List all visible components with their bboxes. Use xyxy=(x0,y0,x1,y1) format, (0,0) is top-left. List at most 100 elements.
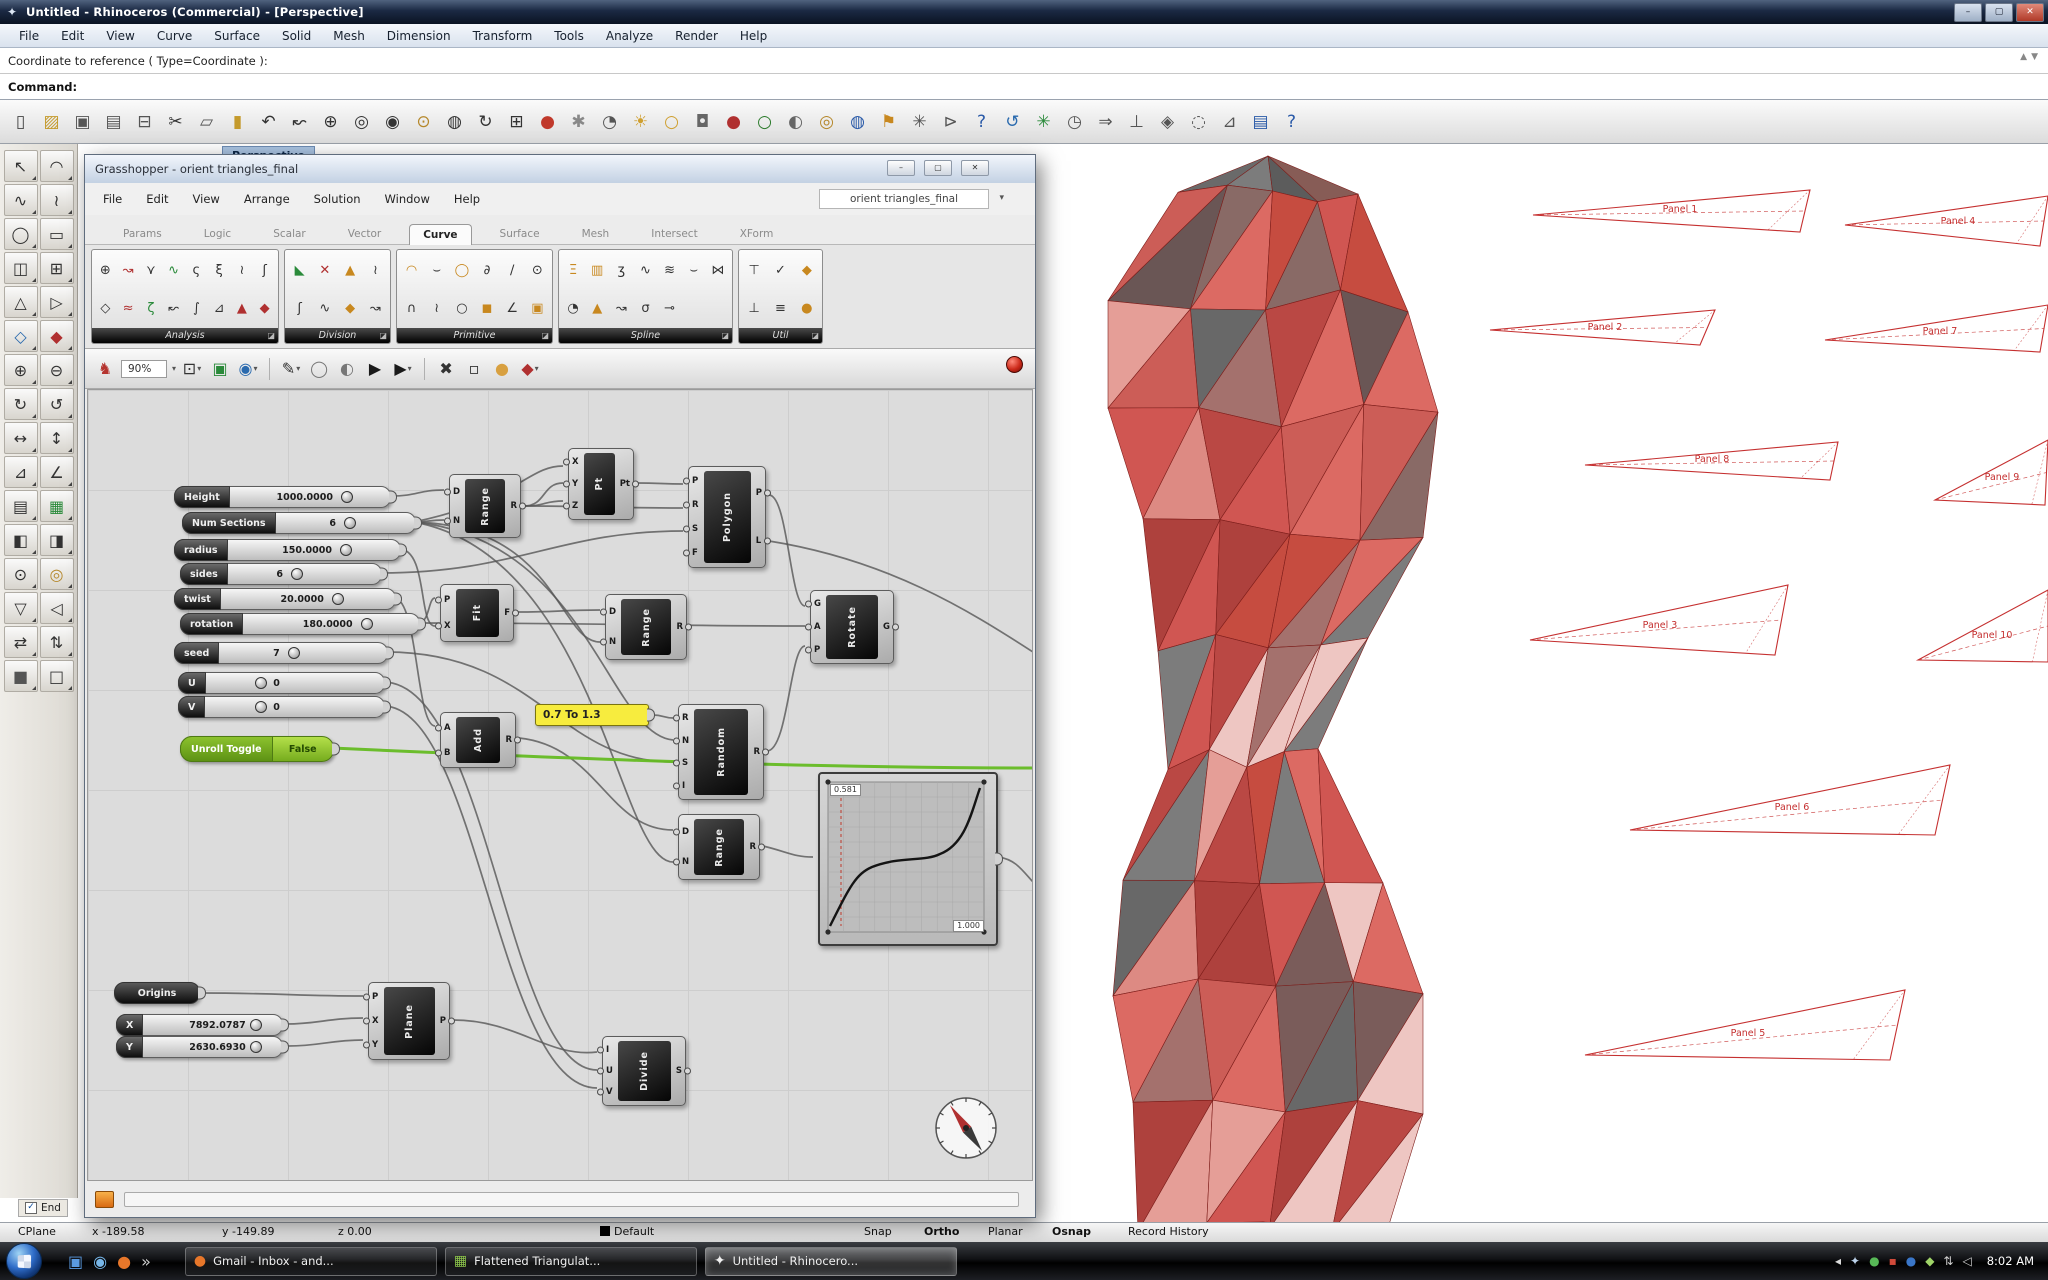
palette-group-label[interactable]: Primitive xyxy=(397,328,552,343)
maximize-button[interactable]: ▢ xyxy=(1985,3,2013,22)
component-icon[interactable]: ◣ xyxy=(290,260,310,280)
plane-component[interactable]: PXYPlaneP xyxy=(368,982,450,1060)
component-icon[interactable]: ≡ xyxy=(770,298,790,318)
toolbox-tool-icon[interactable]: ◠ xyxy=(40,150,74,182)
input-port[interactable]: X xyxy=(572,457,579,467)
toolbar-icon[interactable]: ⊟ xyxy=(130,107,159,136)
gh-category-tab[interactable]: Surface xyxy=(486,223,554,244)
component-icon[interactable]: Ξ xyxy=(563,260,583,280)
tray-icon[interactable]: ◆ xyxy=(1925,1254,1934,1268)
task-button[interactable]: ● Gmail - Inbox - and... xyxy=(185,1247,437,1276)
flattened-panel[interactable]: Panel 10 xyxy=(1918,590,2048,662)
tray-icon[interactable]: ● xyxy=(1869,1254,1879,1268)
component-icon[interactable]: ≀ xyxy=(232,260,252,280)
toolbox-tool-icon[interactable]: ⊙ xyxy=(4,558,38,590)
preview-red-icon[interactable]: ◆▾ xyxy=(518,357,542,381)
toolbar-icon[interactable]: ✳ xyxy=(905,107,934,136)
component-icon[interactable]: ξ xyxy=(209,260,229,280)
toolbox-tool-icon[interactable]: ◁ xyxy=(40,592,74,624)
number-slider[interactable]: V0 xyxy=(178,696,385,718)
number-slider[interactable]: seed7 xyxy=(174,642,388,664)
input-port[interactable]: Y xyxy=(372,1040,379,1050)
component-icon[interactable]: ∕ xyxy=(502,260,522,280)
bake-icon[interactable]: ✖ xyxy=(434,357,458,381)
tray-icon[interactable]: ● xyxy=(1906,1254,1916,1268)
flattened-panel[interactable]: Panel 4 xyxy=(1845,196,2048,246)
toolbar-icon[interactable]: ○ xyxy=(657,107,686,136)
checkbox-checked-icon[interactable]: ✓ xyxy=(25,1202,37,1214)
output-port[interactable]: R xyxy=(749,842,756,852)
task-button[interactable]: ▦ Flattened Triangulat... xyxy=(445,1247,697,1276)
toolbox-tool-icon[interactable]: ◇ xyxy=(4,320,38,352)
menu-item[interactable]: Dimension xyxy=(376,26,462,46)
gh-menu-item[interactable]: Window xyxy=(373,188,442,210)
toolbox-tool-icon[interactable]: ▤ xyxy=(4,490,38,522)
component-icon[interactable]: ʒ xyxy=(611,260,631,280)
component-icon[interactable]: ◠ xyxy=(402,260,422,280)
number-slider[interactable]: Y2630.6930 xyxy=(116,1036,283,1058)
shaded-sphere-icon[interactable]: ◐ xyxy=(335,357,359,381)
number-slider[interactable]: Height1000.0000 xyxy=(174,486,391,508)
component-icon[interactable]: ↝ xyxy=(611,298,631,318)
toolbar-icon[interactable]: ? xyxy=(1277,107,1306,136)
quick-launch-icon[interactable]: ◉ xyxy=(93,1252,107,1271)
close-button[interactable]: ✕ xyxy=(961,160,989,176)
toolbar-icon[interactable]: ▤ xyxy=(1246,107,1275,136)
input-port[interactable]: S xyxy=(692,524,699,534)
input-port[interactable]: N xyxy=(682,857,689,867)
slider-knob[interactable] xyxy=(332,593,344,605)
number-slider[interactable]: rotation180.0000 xyxy=(180,613,420,635)
toolbox-tool-icon[interactable]: ↕ xyxy=(40,422,74,454)
quick-launch-icon[interactable]: ▣ xyxy=(68,1252,83,1271)
toolbar-icon[interactable]: ◘ xyxy=(688,107,717,136)
component-icon[interactable]: σ xyxy=(635,298,655,318)
input-port[interactable]: D xyxy=(609,607,616,617)
gh-menu-item[interactable]: Arrange xyxy=(232,188,302,210)
input-port[interactable]: S xyxy=(682,758,689,768)
palette-group-label[interactable]: Util xyxy=(739,328,822,343)
record-history-toggle[interactable]: Record History xyxy=(1128,1225,1209,1238)
component-icon[interactable]: ς xyxy=(186,260,206,280)
flattened-panel[interactable]: Panel 7 xyxy=(1825,305,2048,352)
ortho-toggle[interactable]: Ortho xyxy=(924,1225,959,1238)
component-icon[interactable]: ≈ xyxy=(118,298,138,318)
toolbox-tool-icon[interactable]: ⊖ xyxy=(40,354,74,386)
render-scene[interactable]: Panel 1 Panel 4 Panel 2 Panel 7 Panel 8 … xyxy=(1040,144,2048,1222)
graph-mapper[interactable]: 0.581 1.000 xyxy=(818,772,998,946)
clock[interactable]: 8:02 AM xyxy=(1987,1254,2034,1268)
input-port[interactable]: V xyxy=(606,1087,613,1097)
polygon-component[interactable]: PRSFPolygonPL xyxy=(688,466,766,568)
number-slider[interactable]: sides6 xyxy=(180,563,382,585)
zoom-focus-icon[interactable]: ⊡▾ xyxy=(180,357,204,381)
input-port[interactable]: D xyxy=(682,827,689,837)
palette-group-label[interactable]: Spline xyxy=(559,328,732,343)
toolbar-icon[interactable]: ↶ xyxy=(254,107,283,136)
tray-icon[interactable]: ◁ xyxy=(1962,1254,1971,1268)
component-icon[interactable]: ⌣ xyxy=(427,260,447,280)
toolbar-icon[interactable]: ↜ xyxy=(285,107,314,136)
component-icon[interactable]: ⊙ xyxy=(527,260,547,280)
toolbar-icon[interactable]: ▯ xyxy=(6,107,35,136)
start-button[interactable] xyxy=(6,1243,42,1279)
toolbar-icon[interactable]: ⊙ xyxy=(409,107,438,136)
flattened-panel[interactable]: Panel 1 xyxy=(1533,190,1810,232)
input-port[interactable]: N xyxy=(453,516,460,526)
component-icon[interactable]: ʃ xyxy=(290,298,310,318)
toolbox-tool-icon[interactable]: ⇅ xyxy=(40,626,74,658)
component-icon[interactable]: ◯ xyxy=(452,260,472,280)
toolbox-tool-icon[interactable]: ◯ xyxy=(4,218,38,250)
component-icon[interactable]: ⋈ xyxy=(708,260,728,280)
toolbar-icon[interactable]: ◌ xyxy=(1184,107,1213,136)
cplane-button[interactable]: CPlane xyxy=(18,1225,56,1238)
slider-knob[interactable] xyxy=(344,517,356,529)
play-icon[interactable]: ▶ xyxy=(363,357,387,381)
component-icon[interactable]: ⌣ xyxy=(684,260,704,280)
toolbox-tool-icon[interactable]: ◫ xyxy=(4,252,38,284)
slider-knob[interactable] xyxy=(340,544,352,556)
toolbox-tool-icon[interactable]: ↻ xyxy=(4,388,38,420)
gh-category-tab[interactable]: Scalar xyxy=(259,223,320,244)
component-icon[interactable]: ≀ xyxy=(427,298,447,318)
output-port[interactable]: S xyxy=(676,1066,682,1076)
menu-item[interactable]: Analyze xyxy=(595,26,664,46)
menu-item[interactable]: Solid xyxy=(271,26,322,46)
